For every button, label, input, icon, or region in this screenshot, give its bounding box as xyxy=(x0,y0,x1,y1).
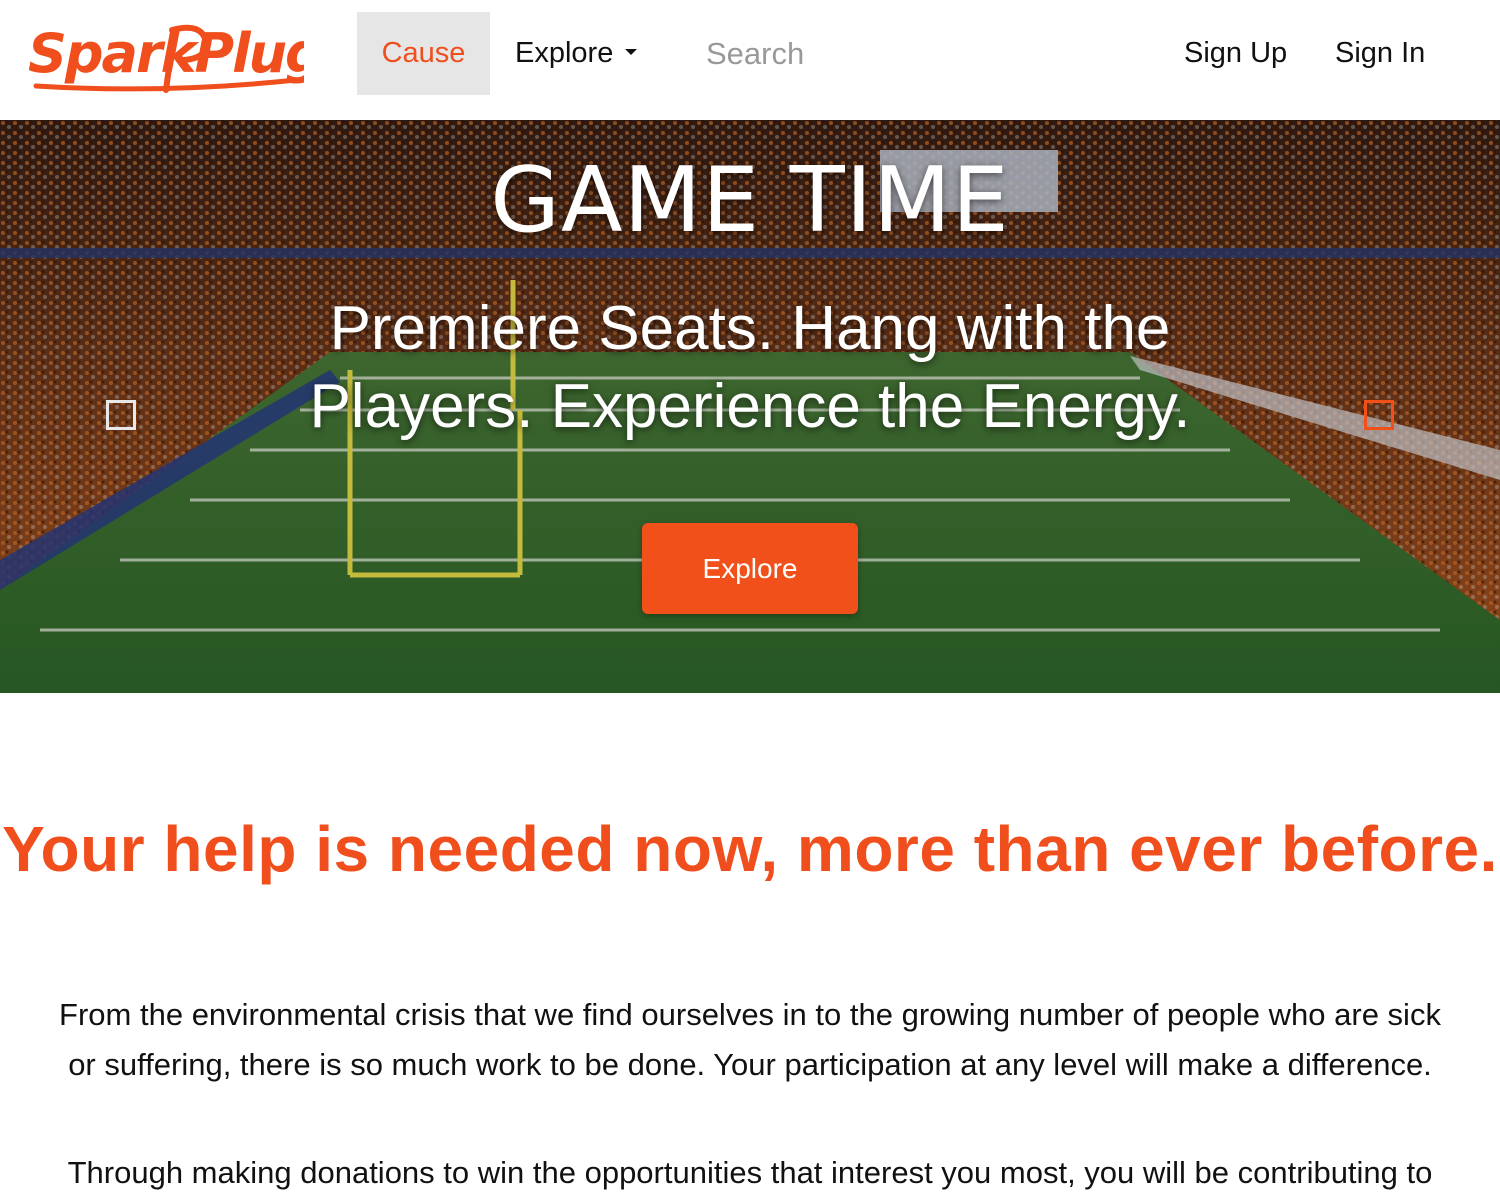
top-navbar: SparkPlugg Cause Explore Sign Up Sign In xyxy=(0,0,1500,120)
carousel-next-icon[interactable] xyxy=(1364,400,1394,430)
hero-subtitle: Premiere Seats. Hang with the Players. E… xyxy=(309,294,1191,441)
nav-explore-dropdown[interactable]: Explore xyxy=(515,12,638,95)
carousel-prev-icon[interactable] xyxy=(106,400,136,430)
hero-title: GAME TIME xyxy=(490,148,1010,253)
cause-headline: Your help is needed now, more than ever … xyxy=(2,813,1498,885)
second-paragraph: Through making donations to win the oppo… xyxy=(67,1155,1433,1190)
sign-up-link[interactable]: Sign Up xyxy=(1184,12,1287,95)
hero-explore-button[interactable]: Explore xyxy=(642,523,858,614)
nav-cause[interactable]: Cause xyxy=(357,12,490,95)
sparkplugg-logo[interactable]: SparkPlugg xyxy=(24,10,304,100)
sparkplugg-logo-graphic: SparkPlugg xyxy=(28,22,304,93)
sign-in-link[interactable]: Sign In xyxy=(1335,12,1425,95)
caret-down-icon xyxy=(625,49,638,56)
search-input[interactable] xyxy=(690,26,990,82)
intro-paragraph: From the environmental crisis that we fi… xyxy=(59,997,1441,1082)
nav-explore-label: Explore xyxy=(515,37,614,69)
hero-carousel: GAME TIME Premiere Seats. Hang with the … xyxy=(0,120,1500,693)
logo-text-spark: SparkPlugg xyxy=(28,22,304,85)
